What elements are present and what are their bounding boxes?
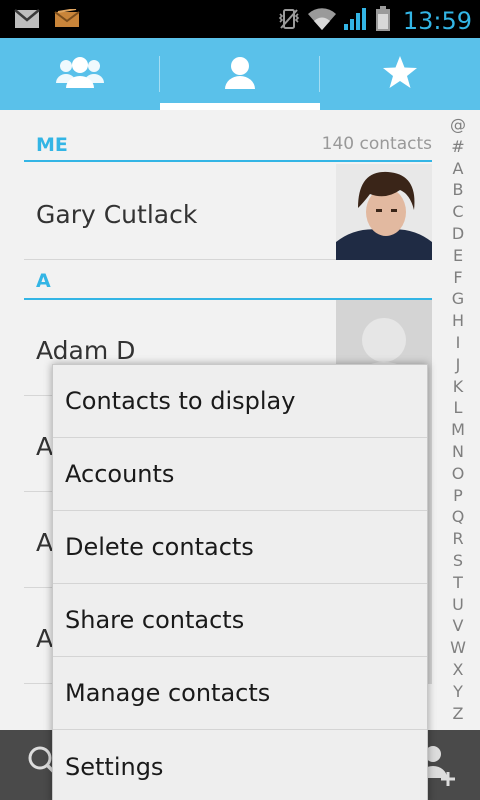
index-letter[interactable]: U	[452, 594, 464, 616]
section-header-me: ME 140 contacts	[24, 130, 432, 162]
section-header-a: A	[24, 268, 432, 300]
section-title-a: A	[36, 270, 51, 292]
contact-name: Gary Cutlack	[36, 200, 198, 229]
star-icon	[382, 55, 418, 93]
vibrate-icon	[277, 7, 301, 35]
index-letter[interactable]: @	[450, 114, 466, 136]
person-icon	[223, 55, 257, 93]
index-letter[interactable]: K	[453, 376, 464, 398]
tab-favorites[interactable]	[320, 38, 480, 110]
overflow-menu: Contacts to display Accounts Delete cont…	[52, 364, 428, 800]
menu-item-accounts[interactable]: Accounts	[53, 438, 427, 511]
contact-row-me[interactable]: Gary Cutlack	[24, 164, 432, 260]
index-letter[interactable]: Q	[452, 506, 465, 528]
index-letter[interactable]: W	[450, 637, 466, 659]
index-letter[interactable]: P	[453, 485, 463, 507]
gmail-icon	[14, 9, 40, 33]
menu-item-settings[interactable]: Settings	[53, 730, 427, 800]
avatar[interactable]	[336, 164, 432, 260]
status-time: 13:59	[402, 7, 472, 35]
index-letter[interactable]: L	[454, 397, 463, 419]
index-letter[interactable]: #	[451, 136, 464, 158]
tab-bar	[0, 38, 480, 110]
index-letter[interactable]: F	[453, 267, 462, 289]
index-letter[interactable]: C	[452, 201, 463, 223]
index-letter[interactable]: O	[452, 463, 465, 485]
contact-name: A	[36, 432, 54, 461]
status-bar: 13:59	[0, 0, 480, 38]
groups-icon	[56, 55, 104, 93]
index-letter[interactable]: Z	[453, 703, 464, 725]
tab-all-contacts[interactable]	[160, 38, 320, 110]
menu-item-contacts-to-display[interactable]: Contacts to display	[53, 365, 427, 438]
menu-item-delete-contacts[interactable]: Delete contacts	[53, 511, 427, 584]
signal-icon	[343, 7, 369, 35]
menu-item-manage-contacts[interactable]: Manage contacts	[53, 657, 427, 730]
index-letter[interactable]: Y	[453, 681, 463, 703]
index-letter[interactable]: A	[453, 158, 464, 180]
wifi-icon	[307, 7, 337, 35]
index-letter[interactable]: E	[453, 245, 463, 267]
alphabet-index[interactable]: @ # A B C D E F G H I J K L M N O P Q R …	[444, 110, 472, 730]
contact-count: 140 contacts	[321, 134, 432, 154]
contact-name: Adam D	[36, 336, 136, 365]
tab-groups[interactable]	[0, 38, 160, 110]
index-letter[interactable]: M	[451, 419, 465, 441]
section-title-me: ME	[36, 134, 68, 156]
index-letter[interactable]: G	[452, 288, 464, 310]
email-icon	[54, 8, 80, 33]
index-letter[interactable]: D	[452, 223, 464, 245]
index-letter[interactable]: S	[453, 550, 463, 572]
index-letter[interactable]: X	[453, 659, 464, 681]
index-letter[interactable]: T	[453, 572, 463, 594]
menu-item-share-contacts[interactable]: Share contacts	[53, 584, 427, 657]
contact-name: A	[36, 624, 54, 653]
index-letter[interactable]: N	[452, 441, 464, 463]
index-letter[interactable]: H	[452, 310, 464, 332]
index-letter[interactable]: I	[456, 332, 461, 354]
index-letter[interactable]: V	[453, 615, 464, 637]
index-letter[interactable]: B	[453, 179, 464, 201]
contact-name: A	[36, 528, 54, 557]
index-letter[interactable]: J	[456, 354, 461, 376]
index-letter[interactable]: R	[452, 528, 463, 550]
battery-icon	[375, 6, 391, 36]
